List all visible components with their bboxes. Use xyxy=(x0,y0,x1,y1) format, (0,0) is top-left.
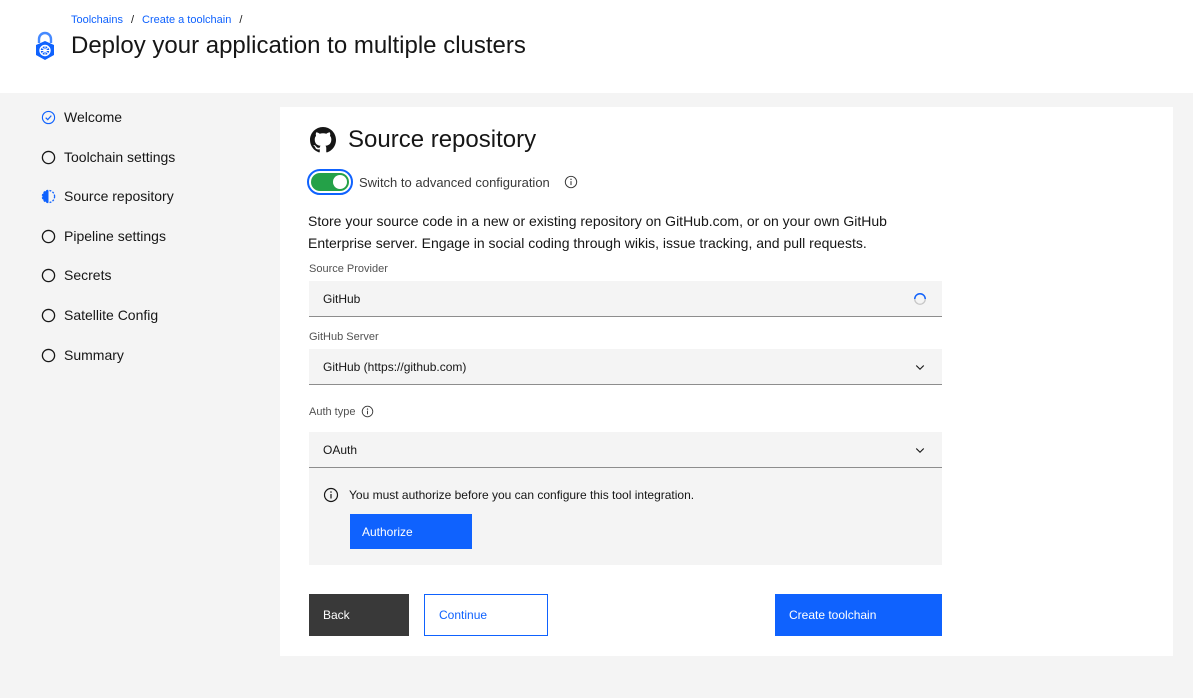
advanced-config-toggle[interactable] xyxy=(307,169,353,195)
source-provider-select[interactable]: GitHub xyxy=(309,281,942,317)
empty-circle-icon xyxy=(41,308,56,322)
source-provider-label: Source Provider xyxy=(309,263,388,275)
authorize-notice: You must authorize before you can config… xyxy=(309,468,942,565)
github-server-label: GitHub Server xyxy=(309,331,379,343)
auth-type-label: Auth type xyxy=(309,405,356,418)
empty-circle-icon xyxy=(41,348,56,362)
step-toolchain-settings[interactable]: Toolchain settings xyxy=(41,146,175,168)
step-label: Source repository xyxy=(64,188,174,204)
chevron-down-icon xyxy=(912,359,928,375)
toggle-label: Switch to advanced configuration xyxy=(359,174,550,190)
empty-circle-icon xyxy=(41,150,56,164)
page-header: Toolchains / Create a toolchain / Deploy… xyxy=(0,0,1193,93)
auth-type-value: OAuth xyxy=(323,442,358,457)
progress-steps: Welcome Toolchain settings Source reposi… xyxy=(0,93,280,698)
step-label: Satellite Config xyxy=(64,307,159,323)
info-icon[interactable] xyxy=(564,175,578,189)
empty-circle-icon xyxy=(41,268,56,282)
breadcrumb-separator: / xyxy=(239,14,243,26)
step-satellite-config[interactable]: Satellite Config xyxy=(41,304,158,326)
loading-spinner-icon xyxy=(912,291,928,307)
step-pipeline-settings[interactable]: Pipeline settings xyxy=(41,225,166,247)
section-description: Store your source code in a new or exist… xyxy=(308,213,887,251)
breadcrumb: Toolchains / Create a toolchain / xyxy=(71,14,250,26)
step-label: Welcome xyxy=(64,109,123,125)
notice-text: You must authorize before you can config… xyxy=(349,488,695,502)
create-toolchain-button[interactable]: Create toolchain xyxy=(775,594,942,636)
step-secrets[interactable]: Secrets xyxy=(41,264,111,286)
github-server-select[interactable]: GitHub (https://github.com) xyxy=(309,349,942,385)
breadcrumb-separator: / xyxy=(130,14,135,26)
step-label: Secrets xyxy=(64,267,112,283)
step-summary[interactable]: Summary xyxy=(41,344,124,366)
info-icon xyxy=(323,487,339,503)
checkmark-circle-icon xyxy=(41,110,56,124)
toggle-knob xyxy=(333,175,347,189)
page-title: Deploy your application to multiple clus… xyxy=(71,32,526,59)
toolchain-lock-icon xyxy=(36,31,54,60)
section-title-text: Source repository xyxy=(348,126,537,153)
half-circle-icon xyxy=(41,189,56,203)
chevron-down-icon xyxy=(912,442,928,458)
step-label: Summary xyxy=(64,347,124,363)
step-label: Pipeline settings xyxy=(64,228,166,244)
github-icon xyxy=(310,127,336,153)
source-provider-value: GitHub xyxy=(323,291,361,306)
auth-type-label-row: Auth type xyxy=(309,405,374,418)
notice-message: You must authorize before you can config… xyxy=(323,487,694,503)
back-button[interactable]: Back xyxy=(309,594,409,636)
continue-button[interactable]: Continue xyxy=(424,594,548,636)
step-label: Toolchain settings xyxy=(64,149,176,165)
empty-circle-icon xyxy=(41,229,56,243)
toggle-track xyxy=(311,173,349,191)
authorize-button[interactable]: Authorize xyxy=(350,514,472,549)
step-source-repository[interactable]: Source repository xyxy=(41,185,174,207)
github-server-value: GitHub (https://github.com) xyxy=(323,359,467,374)
source-repository-panel: Source repository Switch to advanced con… xyxy=(280,107,1173,656)
breadcrumb-toolchains[interactable]: Toolchains xyxy=(71,14,123,26)
step-welcome[interactable]: Welcome xyxy=(41,106,122,128)
breadcrumb-create-toolchain[interactable]: Create a toolchain xyxy=(142,14,231,26)
info-icon[interactable] xyxy=(361,405,374,418)
section-title: Source repository xyxy=(310,126,536,154)
auth-type-select[interactable]: OAuth xyxy=(309,432,942,468)
advanced-config-row: Switch to advanced configuration xyxy=(307,169,578,195)
